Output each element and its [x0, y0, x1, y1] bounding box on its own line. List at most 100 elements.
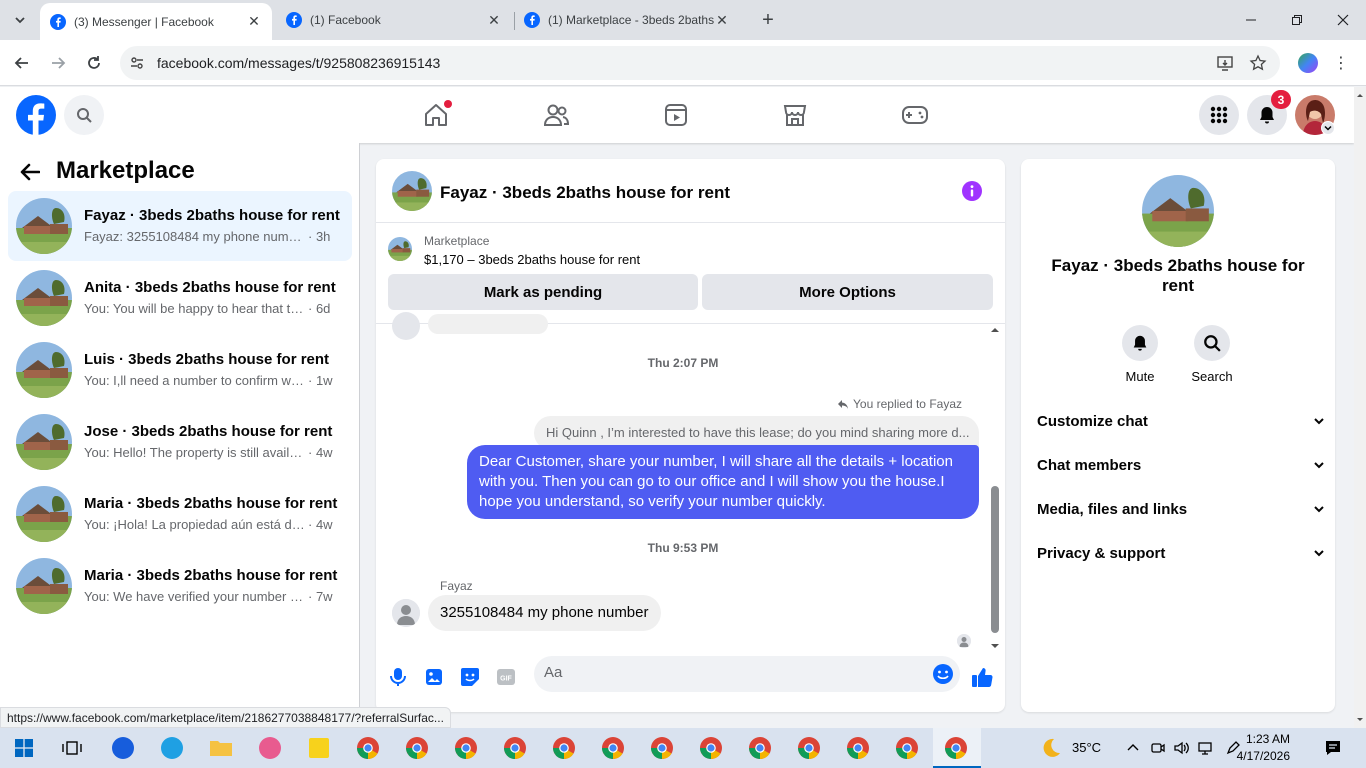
tab-marketplace[interactable]: (1) Marketplace - 3beds 2baths house for…: [514, 0, 750, 40]
restore-button[interactable]: [1274, 0, 1320, 40]
moon-weather-icon[interactable]: [1040, 737, 1062, 759]
attach-photo-button[interactable]: [422, 665, 446, 689]
nav-friends[interactable]: [540, 99, 572, 131]
omnibox[interactable]: facebook.com/messages/t/925808236915143: [120, 46, 1280, 80]
conversation-item[interactable]: Maria · 3beds 2baths house for rent You: …: [8, 551, 352, 621]
forward-button[interactable]: [46, 51, 70, 75]
browser-menu-icon[interactable]: ⋮: [1333, 52, 1349, 74]
chevron-up-icon[interactable]: [1126, 741, 1140, 755]
tab-messenger[interactable]: (3) Messenger | Facebook ✕: [40, 3, 272, 40]
tab-close-icon[interactable]: ✕: [486, 12, 502, 28]
close-window-button[interactable]: [1320, 0, 1366, 40]
conversation-thumbnail: [16, 414, 72, 470]
conversation-item[interactable]: Jose · 3beds 2baths house for rent You: H…: [8, 407, 352, 477]
info-icon[interactable]: [962, 181, 982, 201]
conversation-avatar[interactable]: [1142, 175, 1214, 247]
section-customize-chat[interactable]: Customize chat: [1029, 401, 1327, 441]
arrow-left-icon: [20, 163, 40, 181]
outgoing-message[interactable]: Dear Customer, share your number, I will…: [467, 445, 979, 519]
conversation-item[interactable]: Fayaz · 3beds 2baths house for rent Fayaz…: [8, 191, 352, 261]
meet-now-icon[interactable]: [1150, 740, 1166, 756]
tab-facebook[interactable]: (1) Facebook ✕: [276, 0, 512, 40]
tab-close-icon[interactable]: ✕: [714, 12, 730, 28]
chrome-window-icon[interactable]: [403, 734, 431, 762]
listing-price-title[interactable]: $1,170 – 3beds 2baths house for rent: [424, 252, 640, 267]
chrome-window-icon[interactable]: [795, 734, 823, 762]
section-media-files-links[interactable]: Media, files and links: [1029, 489, 1327, 529]
site-info-icon[interactable]: [128, 54, 146, 72]
account-chevron-icon[interactable]: [1321, 121, 1335, 135]
chrome-window-icon[interactable]: [942, 734, 970, 762]
browser-profile-avatar[interactable]: [1298, 53, 1318, 73]
chrome-window-icon[interactable]: [599, 734, 627, 762]
conversation-preview: You: Hello! The property is still availa…: [84, 445, 333, 460]
speaker-icon[interactable]: [1173, 740, 1189, 756]
message-input[interactable]: [544, 664, 914, 681]
sticky-notes-icon[interactable]: [305, 734, 333, 762]
facebook-logo-icon[interactable]: [16, 95, 56, 135]
sidebar-title: Marketplace: [56, 157, 195, 184]
sender-avatar[interactable]: [392, 599, 420, 627]
voice-clip-button[interactable]: [386, 665, 410, 689]
nav-gaming[interactable]: [899, 99, 931, 131]
nav-marketplace[interactable]: [779, 99, 811, 131]
chrome-window-icon[interactable]: [697, 734, 725, 762]
sticker-button[interactable]: [458, 665, 482, 689]
reload-button[interactable]: [82, 51, 106, 75]
more-options-button[interactable]: More Options: [702, 274, 993, 310]
section-chat-members[interactable]: Chat members: [1029, 445, 1327, 485]
url-text: facebook.com/messages/t/925808236915143: [157, 55, 441, 71]
incoming-message[interactable]: 3255108484 my phone number: [428, 595, 661, 631]
file-explorer-icon[interactable]: [207, 734, 235, 762]
menu-button[interactable]: [1199, 95, 1239, 135]
page-scrollbar[interactable]: [1354, 87, 1366, 728]
paint-icon[interactable]: [256, 734, 284, 762]
edge-icon[interactable]: [158, 734, 186, 762]
weather-temperature[interactable]: 35°C: [1072, 740, 1101, 755]
minimize-button[interactable]: [1228, 0, 1274, 40]
mute-button[interactable]: [1122, 325, 1158, 361]
chrome-window-icon[interactable]: [452, 734, 480, 762]
gif-button[interactable]: GIF: [494, 665, 518, 689]
emoji-icon[interactable]: [932, 663, 954, 685]
reply-icon: [838, 400, 849, 409]
search-in-conversation-button[interactable]: [1194, 325, 1230, 361]
chrome-window-icon[interactable]: [648, 734, 676, 762]
tab-close-icon[interactable]: ✕: [246, 13, 262, 30]
new-tab-button[interactable]: +: [756, 8, 780, 32]
nav-video[interactable]: [660, 99, 692, 131]
conversation-item[interactable]: Luis · 3beds 2baths house for rent You: I…: [8, 335, 352, 405]
search-action[interactable]: Search: [1182, 325, 1242, 384]
taskbar-clock[interactable]: 1:23 AM 4/17/2026: [1226, 731, 1290, 765]
back-button[interactable]: [10, 51, 34, 75]
mute-action[interactable]: Mute: [1110, 325, 1170, 384]
task-view-button[interactable]: [58, 734, 86, 762]
chat-scrollbar[interactable]: [989, 323, 1001, 651]
install-app-icon[interactable]: [1216, 54, 1234, 72]
chrome-window-icon[interactable]: [746, 734, 774, 762]
preview-time: · 4w: [308, 517, 333, 532]
start-button[interactable]: [10, 734, 38, 762]
conversation-item[interactable]: Maria · 3beds 2baths house for rent You: …: [8, 479, 352, 549]
bitwarden-icon[interactable]: [109, 734, 137, 762]
chat-scroll-thumb[interactable]: [991, 486, 999, 633]
chat-title[interactable]: Fayaz · 3beds 2baths house for rent: [440, 183, 730, 203]
chrome-icon[interactable]: [354, 734, 382, 762]
chrome-window-icon[interactable]: [501, 734, 529, 762]
preview-text: You: I,ll need a number to confirm wh...: [84, 373, 306, 388]
network-icon[interactable]: [1197, 740, 1213, 756]
notification-center-icon[interactable]: [1324, 739, 1342, 757]
mark-as-pending-button[interactable]: Mark as pending: [388, 274, 698, 310]
facebook-search-button[interactable]: [64, 95, 104, 135]
chat-avatar[interactable]: [392, 171, 432, 211]
bookmark-star-icon[interactable]: [1249, 54, 1267, 72]
tab-search-button[interactable]: [8, 8, 32, 32]
section-privacy-support[interactable]: Privacy & support: [1029, 533, 1327, 573]
chrome-window-icon[interactable]: [550, 734, 578, 762]
back-arrow-button[interactable]: [18, 160, 42, 184]
chrome-window-icon[interactable]: [844, 734, 872, 762]
listing-thumbnail[interactable]: [388, 237, 412, 261]
conversation-item[interactable]: Anita · 3beds 2baths house for rent You: …: [8, 263, 352, 333]
chrome-window-icon[interactable]: [893, 734, 921, 762]
like-button[interactable]: [970, 665, 994, 689]
